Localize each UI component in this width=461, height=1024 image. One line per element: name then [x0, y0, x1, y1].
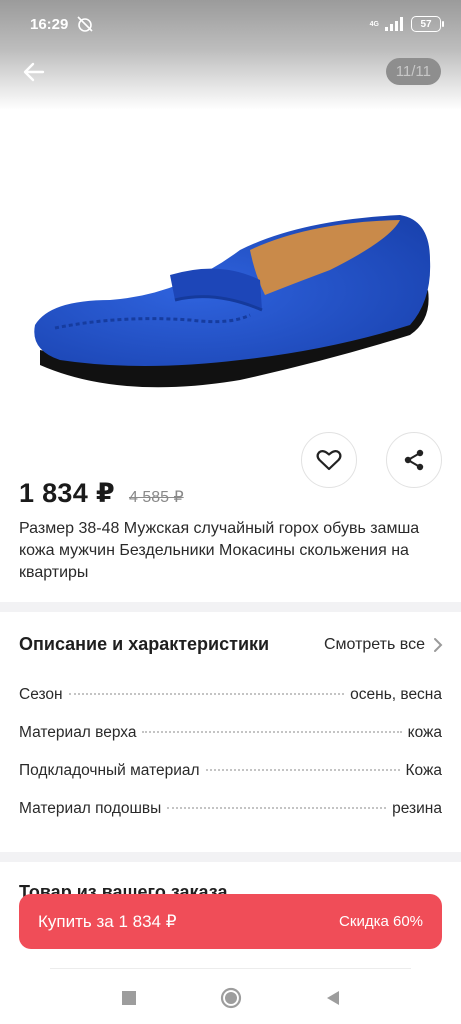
battery-icon: 57 [411, 16, 444, 32]
specs-list: Сезон осень, весна Материал верха кожа П… [19, 686, 442, 838]
battery-level: 57 [420, 18, 432, 30]
status-time: 16:29 [30, 15, 69, 33]
favorite-button[interactable] [301, 432, 357, 488]
description-header: Описание и характеристики Смотреть все [19, 634, 443, 655]
old-price: 4 585 ₽ [128, 489, 184, 506]
status-bar: 16:29 4G 57 [0, 0, 461, 48]
spec-label: Материал верха [19, 724, 137, 741]
share-button[interactable] [386, 432, 442, 488]
spec-leader [68, 693, 345, 695]
nav-square-icon [121, 991, 136, 1005]
section-divider [0, 602, 461, 612]
current-price: 1 834 ₽ [19, 478, 115, 508]
back-nav-button[interactable] [321, 986, 345, 1010]
share-icon [404, 449, 424, 471]
buy-label: Купить за 1 834 ₽ [38, 911, 177, 931]
image-counter: 11/11 [385, 58, 441, 85]
product-image[interactable] [0, 110, 461, 440]
buy-button[interactable]: Купить за 1 834 ₽ Скидка 60% [19, 894, 442, 949]
spec-value: Кожа [405, 762, 442, 779]
back-arrow-icon [23, 62, 45, 82]
spec-leader [167, 807, 387, 809]
see-all-link[interactable]: Смотреть все [324, 636, 443, 654]
shoe-image [34, 215, 431, 388]
spec-row: Сезон осень, весна [19, 686, 442, 724]
home-button[interactable] [219, 986, 243, 1010]
spec-row: Материал подошвы резина [19, 800, 442, 838]
system-nav-bar [0, 972, 461, 1024]
spec-leader [205, 769, 400, 771]
spec-label: Материал подошвы [19, 800, 162, 817]
alarm-off-icon [77, 16, 93, 32]
spec-value: осень, весна [350, 686, 442, 703]
spec-label: Сезон [19, 686, 63, 703]
discount-label: Скидка 60% [339, 913, 423, 930]
nav-triangle-icon [326, 991, 339, 1005]
spec-leader [142, 731, 402, 733]
spec-value: кожа [407, 724, 442, 741]
network-type: 4G [369, 20, 379, 28]
signal-icon [385, 17, 403, 31]
description-title: Описание и характеристики [19, 634, 270, 654]
nav-circle-icon [220, 987, 241, 1009]
spec-value: резина [392, 800, 442, 817]
back-button[interactable] [20, 58, 48, 86]
nav-divider [50, 968, 411, 969]
top-overlay: 16:29 4G 57 11/11 [0, 0, 461, 110]
price-row: 1 834 ₽ 4 585 ₽ [19, 478, 184, 509]
recents-button[interactable] [117, 986, 141, 1010]
chevron-right-icon [434, 637, 443, 652]
product-title: Размер 38-48 Мужская случайный горох обу… [19, 520, 420, 581]
spec-row: Материал верха кожа [19, 724, 442, 762]
heart-icon [316, 450, 342, 471]
see-all-label: Смотреть все [323, 635, 425, 653]
spec-row: Подкладочный материал Кожа [19, 762, 442, 800]
section-divider [0, 852, 461, 862]
spec-label: Подкладочный материал [19, 762, 200, 779]
